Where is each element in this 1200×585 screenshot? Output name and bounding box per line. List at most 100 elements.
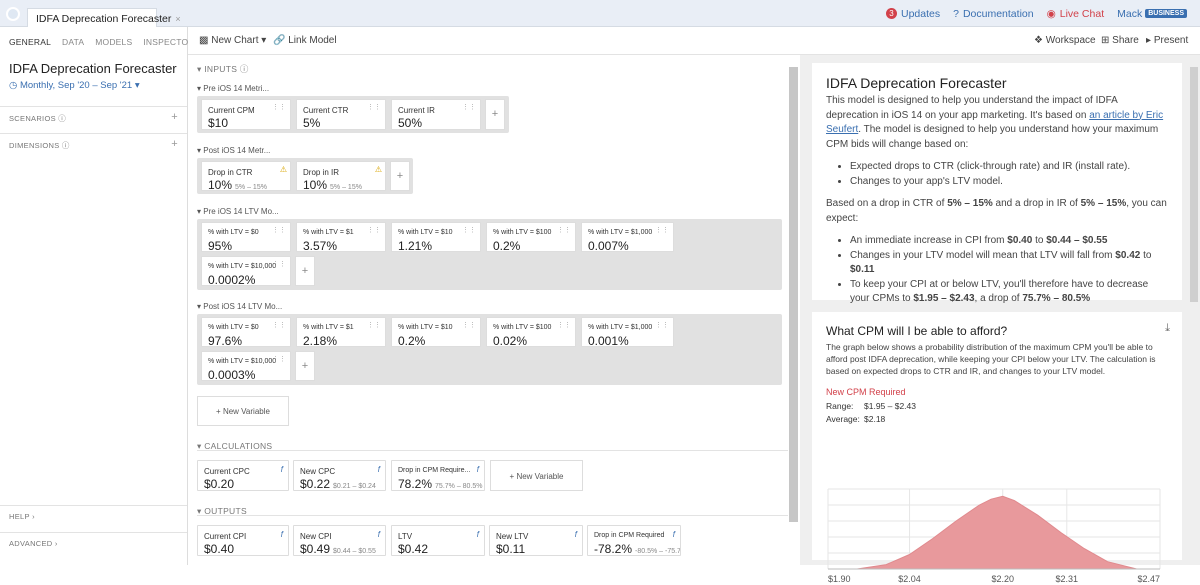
variable-card[interactable]: Drop in CTR 10% 5% – 15% ⚠ — [201, 161, 291, 192]
output-card[interactable]: New CPI $0.49 $0.44 – $0.55 f — [293, 525, 386, 556]
variable-value[interactable]: 0.007% — [588, 239, 629, 253]
link-model-button[interactable]: 🔗 Link Model — [273, 35, 337, 46]
close-icon[interactable]: × — [175, 14, 180, 24]
model-title[interactable]: IDFA Deprecation Forecaster — [0, 61, 187, 76]
drag-handle-icon[interactable]: ⋮⋮ — [367, 321, 381, 329]
updates-link[interactable]: 3 Updates — [886, 8, 940, 20]
variable-value[interactable]: 0.001% — [588, 334, 629, 348]
variable-value[interactable]: 3.57% — [303, 239, 337, 253]
new-variable-button[interactable]: + New Variable — [490, 460, 583, 491]
add-scenario-icon[interactable]: + — [171, 112, 178, 124]
variable-card[interactable]: % with LTV = $10,000 0.0003% ⋮⋮ — [201, 351, 291, 382]
drag-handle-icon[interactable]: ⋮⋮ — [655, 226, 669, 234]
pre-ios14-ltv-group-title[interactable]: ▾ Pre iOS 14 LTV Mo... — [197, 207, 279, 216]
cpm-distribution-chart[interactable]: $1.90 $2.04 $2.20 $2.31 $2.47 — [826, 485, 1162, 585]
variable-card[interactable]: Current CTR 5% ⋮⋮ — [296, 99, 386, 130]
panel-scrollbar[interactable] — [1190, 67, 1198, 302]
dimensions-section[interactable]: DIMENSIONS ⓘ + — [0, 133, 187, 157]
drag-handle-icon[interactable]: ⋮⋮ — [462, 103, 476, 111]
output-card[interactable]: Current CPI $0.40 f — [197, 525, 289, 556]
drag-handle-icon[interactable]: ⋮⋮ — [272, 103, 286, 111]
pre-ios14-metrics-group-title[interactable]: ▾ Pre iOS 14 Metri... — [197, 84, 269, 93]
drag-handle-icon[interactable]: ⋮⋮ — [557, 226, 571, 234]
variable-card[interactable]: % with LTV = $0 97.6% ⋮⋮ — [201, 317, 291, 348]
variable-card[interactable]: % with LTV = $1 2.18% ⋮⋮ — [296, 317, 386, 348]
present-button[interactable]: ▸ Present — [1146, 35, 1188, 46]
variable-card[interactable]: % with LTV = $10 0.2% ⋮⋮ — [391, 317, 481, 348]
variable-value[interactable]: 0.0003% — [208, 368, 255, 382]
formula-icon[interactable]: f — [281, 465, 283, 474]
scenarios-section[interactable]: SCENARIOS ⓘ + — [0, 106, 187, 130]
warning-icon[interactable]: ⚠ — [280, 165, 287, 174]
variable-value[interactable]: 2.18% — [303, 334, 337, 348]
variable-card[interactable]: Current IR 50% ⋮⋮ — [391, 99, 481, 130]
tab-data[interactable]: DATA — [62, 37, 84, 47]
variable-value[interactable]: $10 — [208, 116, 228, 130]
drag-handle-icon[interactable]: ⋮⋮ — [272, 321, 286, 329]
formula-icon[interactable]: f — [477, 530, 479, 539]
help-section[interactable]: HELP › — [0, 505, 187, 527]
variable-card[interactable]: % with LTV = $100 0.02% ⋮⋮ — [486, 317, 576, 348]
formula-icon[interactable]: f — [281, 530, 283, 539]
variable-card[interactable]: Drop in IR 10% 5% – 15% ⚠ — [296, 161, 386, 192]
tab-inspector[interactable]: INSPECTOR — [143, 37, 194, 47]
drag-handle-icon[interactable]: ⋮⋮ — [462, 226, 476, 234]
warning-icon[interactable]: ⚠ — [375, 165, 382, 174]
add-variable-button[interactable]: + — [390, 161, 410, 191]
new-chart-button[interactable]: ▩ New Chart ▾ — [199, 35, 266, 46]
tab-models[interactable]: MODELS — [95, 37, 132, 47]
formula-icon[interactable]: f — [575, 530, 577, 539]
variable-card[interactable]: % with LTV = $1 3.57% ⋮⋮ — [296, 222, 386, 253]
app-logo-icon[interactable] — [6, 7, 20, 21]
variable-value[interactable]: 97.6% — [208, 334, 242, 348]
drag-handle-icon[interactable]: ⋮⋮ — [272, 226, 286, 234]
variable-card[interactable]: % with LTV = $10,000 0.0002% ⋮⋮ — [201, 256, 291, 287]
variable-value[interactable]: 95% — [208, 239, 232, 253]
drag-handle-icon[interactable]: ⋮⋮ — [367, 226, 381, 234]
variable-card[interactable]: % with LTV = $1,000 0.001% ⋮⋮ — [581, 317, 674, 348]
formula-icon[interactable]: f — [378, 465, 380, 474]
add-variable-button[interactable]: + — [295, 351, 315, 381]
drag-handle-icon[interactable]: ⋮⋮ — [655, 321, 669, 329]
variable-card[interactable]: Current CPM $10 ⋮⋮ — [201, 99, 291, 130]
add-variable-button[interactable]: + — [295, 256, 315, 286]
variable-value[interactable]: 1.21% — [398, 239, 432, 253]
formula-icon[interactable]: f — [477, 465, 479, 474]
calculation-card[interactable]: Drop in CPM Require... 78.2% 75.7% – 80.5%… — [391, 460, 485, 491]
advanced-section[interactable]: ADVANCED › — [0, 532, 187, 554]
new-variable-button[interactable]: + New Variable — [197, 396, 289, 426]
formula-icon[interactable]: f — [673, 530, 675, 539]
variable-card[interactable]: % with LTV = $1,000 0.007% ⋮⋮ — [581, 222, 674, 253]
add-variable-button[interactable]: + — [485, 99, 505, 130]
workspace-button[interactable]: ❖ Workspace — [1034, 35, 1096, 46]
variable-value[interactable]: 10% 5% – 15% — [303, 178, 362, 192]
variable-card[interactable]: % with LTV = $100 0.2% ⋮⋮ — [486, 222, 576, 253]
post-ios14-ltv-group-title[interactable]: ▾ Post iOS 14 LTV Mo... — [197, 302, 282, 311]
variable-value[interactable]: 0.2% — [493, 239, 520, 253]
variable-value[interactable]: 0.02% — [493, 334, 527, 348]
drag-handle-icon[interactable]: ⋮⋮ — [272, 260, 286, 268]
drag-handle-icon[interactable]: ⋮⋮ — [272, 355, 286, 363]
variable-value[interactable]: 50% — [398, 116, 422, 130]
calculation-card[interactable]: New CPC $0.22 $0.21 – $0.24 f — [293, 460, 386, 491]
user-menu[interactable]: Mack BUSINESS — [1117, 8, 1187, 20]
share-button[interactable]: ⊞ Share — [1101, 35, 1139, 46]
drag-handle-icon[interactable]: ⋮⋮ — [367, 103, 381, 111]
calculation-card[interactable]: Current CPC $0.20 f — [197, 460, 289, 491]
variable-value[interactable]: 10% 5% – 15% — [208, 178, 267, 192]
variable-card[interactable]: % with LTV = $10 1.21% ⋮⋮ — [391, 222, 481, 253]
canvas-scrollbar[interactable] — [789, 67, 798, 522]
add-dimension-icon[interactable]: + — [171, 139, 178, 151]
tab-general[interactable]: GENERAL — [9, 37, 51, 47]
output-card[interactable]: Drop in CPM Required -78.2% -80.5% – -75.7… — [587, 525, 681, 556]
documentation-link[interactable]: ? Documentation — [953, 8, 1033, 20]
output-card[interactable]: New LTV $0.11 f — [489, 525, 583, 556]
variable-value[interactable]: 5% — [303, 116, 320, 130]
document-tab[interactable]: IDFA Deprecation Forecaster × — [27, 8, 181, 28]
formula-icon[interactable]: f — [378, 530, 380, 539]
drag-handle-icon[interactable]: ⋮⋮ — [462, 321, 476, 329]
output-card[interactable]: LTV $0.42 f — [391, 525, 485, 556]
drag-handle-icon[interactable]: ⋮⋮ — [557, 321, 571, 329]
variable-value[interactable]: 0.0002% — [208, 273, 255, 287]
variable-value[interactable]: 0.2% — [398, 334, 425, 348]
